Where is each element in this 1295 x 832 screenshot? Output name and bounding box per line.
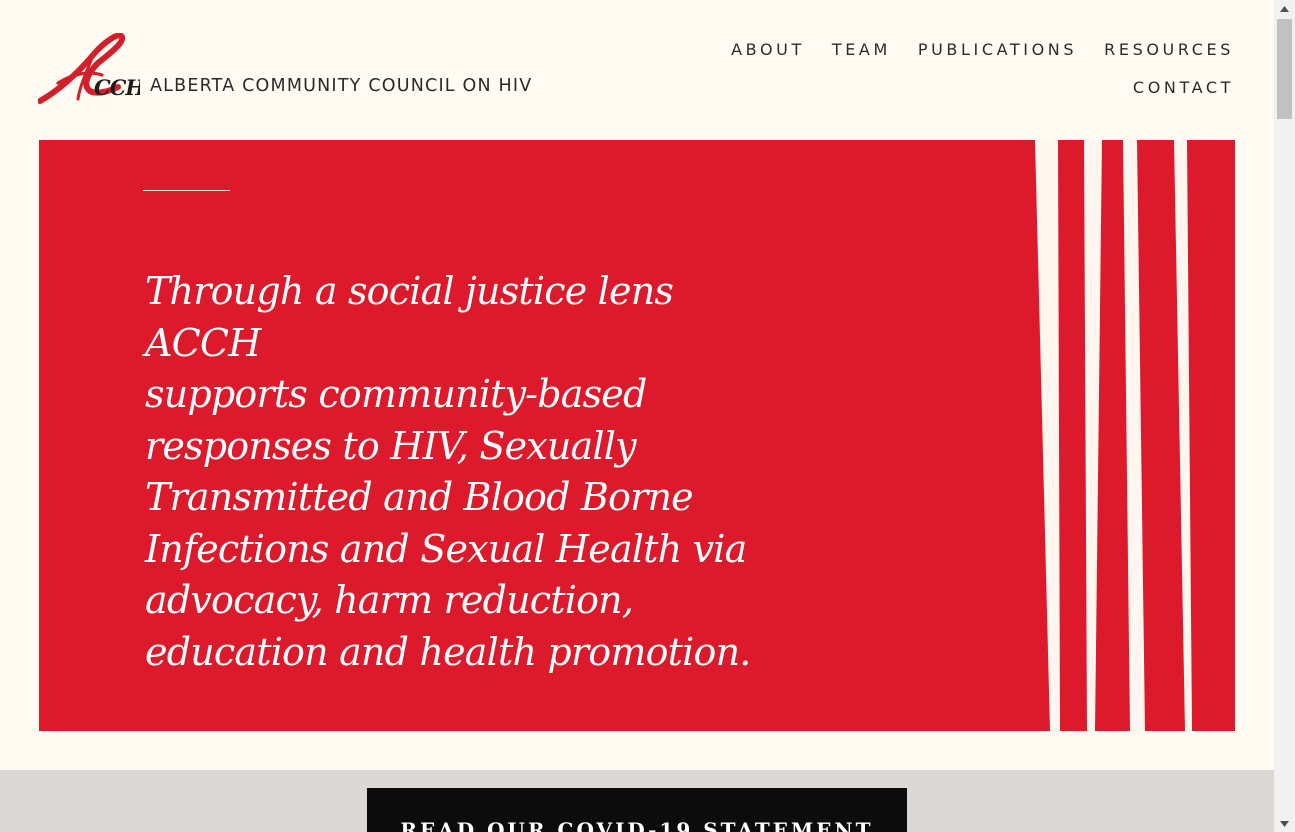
nav-row-1: ABOUT TEAM PUBLICATIONS RESOURCES (674, 40, 1234, 60)
mission-line: advocacy, harm reduction, (145, 578, 634, 622)
nav-resources[interactable]: RESOURCES (1104, 40, 1234, 60)
mission-line: education and health promotion. (145, 629, 751, 674)
nav-row-2: CONTACT (674, 78, 1234, 98)
nav-publications[interactable]: PUBLICATIONS (918, 40, 1077, 60)
hero-divider (143, 190, 230, 191)
mission-line: responses to HIV, Sexually (145, 423, 637, 468)
mission-line: supports community-based (145, 372, 647, 416)
nav-contact[interactable]: CONTACT (1133, 78, 1234, 98)
mission-line: Through a social justice lens ACCH (145, 269, 674, 365)
covid-statement-button[interactable]: READ OUR COVID-19 STATEMENT (367, 788, 907, 832)
hero-banner: Through a social justice lens ACCH suppo… (39, 140, 1235, 731)
org-name[interactable]: ALBERTA COMMUNITY COUNCIL ON HIV (150, 76, 532, 96)
page: CCH ALBERTA COMMUNITY COUNCIL ON HIV ABO… (0, 0, 1274, 832)
scrollbar-thumb[interactable] (1277, 19, 1292, 119)
nav-team[interactable]: TEAM (832, 40, 891, 60)
mission-line: Transmitted and Blood Borne (145, 475, 694, 519)
mission-statement: Through a social justice lens ACCH suppo… (145, 266, 785, 678)
acch-logo-mark: CCH (38, 33, 140, 107)
svg-text:CCH: CCH (94, 75, 140, 100)
triangle-up-icon[interactable] (1274, 0, 1295, 17)
site-logo[interactable]: CCH (38, 33, 140, 107)
mission-line: Infections and Sexual Health via (145, 526, 747, 571)
nav-about[interactable]: ABOUT (731, 40, 805, 60)
triangle-down-icon[interactable] (1274, 815, 1295, 832)
decorative-stripes (1035, 140, 1192, 731)
main-nav: ABOUT TEAM PUBLICATIONS RESOURCES CONTAC… (674, 40, 1234, 116)
vertical-scrollbar[interactable] (1274, 0, 1295, 832)
